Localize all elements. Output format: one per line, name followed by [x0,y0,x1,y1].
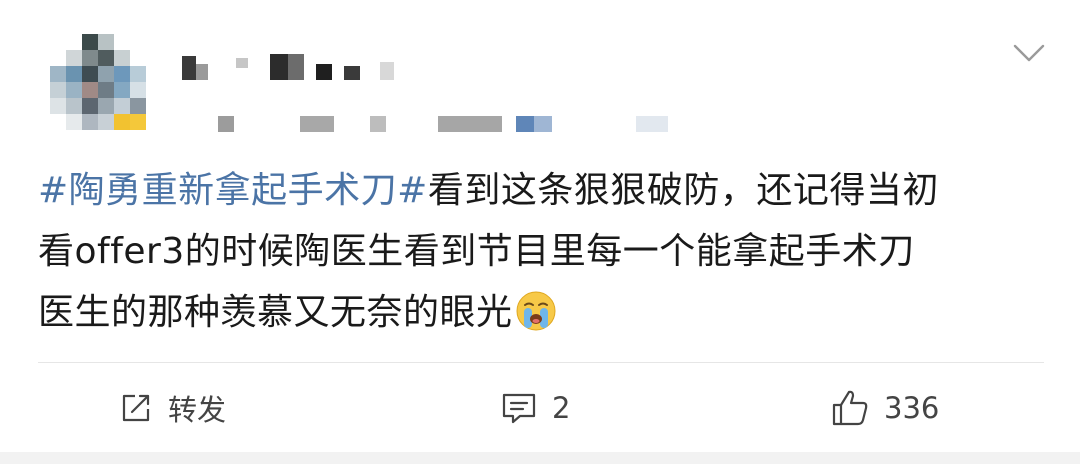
topic-hashtag-link[interactable]: #陶勇重新拿起手术刀# [38,170,428,211]
repost-label: 转发 [168,393,227,427]
crying-face-emoji-icon [515,290,557,332]
like-button[interactable]: 336 [830,380,939,436]
chevron-down-icon[interactable] [1012,38,1046,68]
repost-button[interactable]: 转发 [118,380,226,436]
like-count: 336 [884,391,940,425]
post-text-line1: 看到这条狠狠破防，还记得当初 [427,170,939,211]
post-text-line2: 看offer3的时候陶医生看到节目里每一个能拿起手术刀 [38,231,915,272]
comment-count: 2 [552,391,571,425]
thumbs-up-icon [830,388,870,428]
avatar[interactable] [50,34,154,138]
divider [38,362,1044,363]
comment-bubble-icon [500,390,538,426]
feed-separator [0,452,1080,464]
share-square-icon [118,390,154,426]
post-text: #陶勇重新拿起手术刀#看到这条狠狠破防，还记得当初 看offer3的时候陶医生看… [38,160,1048,343]
weibo-post-card: #陶勇重新拿起手术刀#看到这条狠狠破防，还记得当初 看offer3的时候陶医生看… [0,0,1080,452]
comment-button[interactable]: 2 [500,380,570,436]
post-text-line3: 医生的那种羡慕又无奈的眼光 [38,292,513,333]
